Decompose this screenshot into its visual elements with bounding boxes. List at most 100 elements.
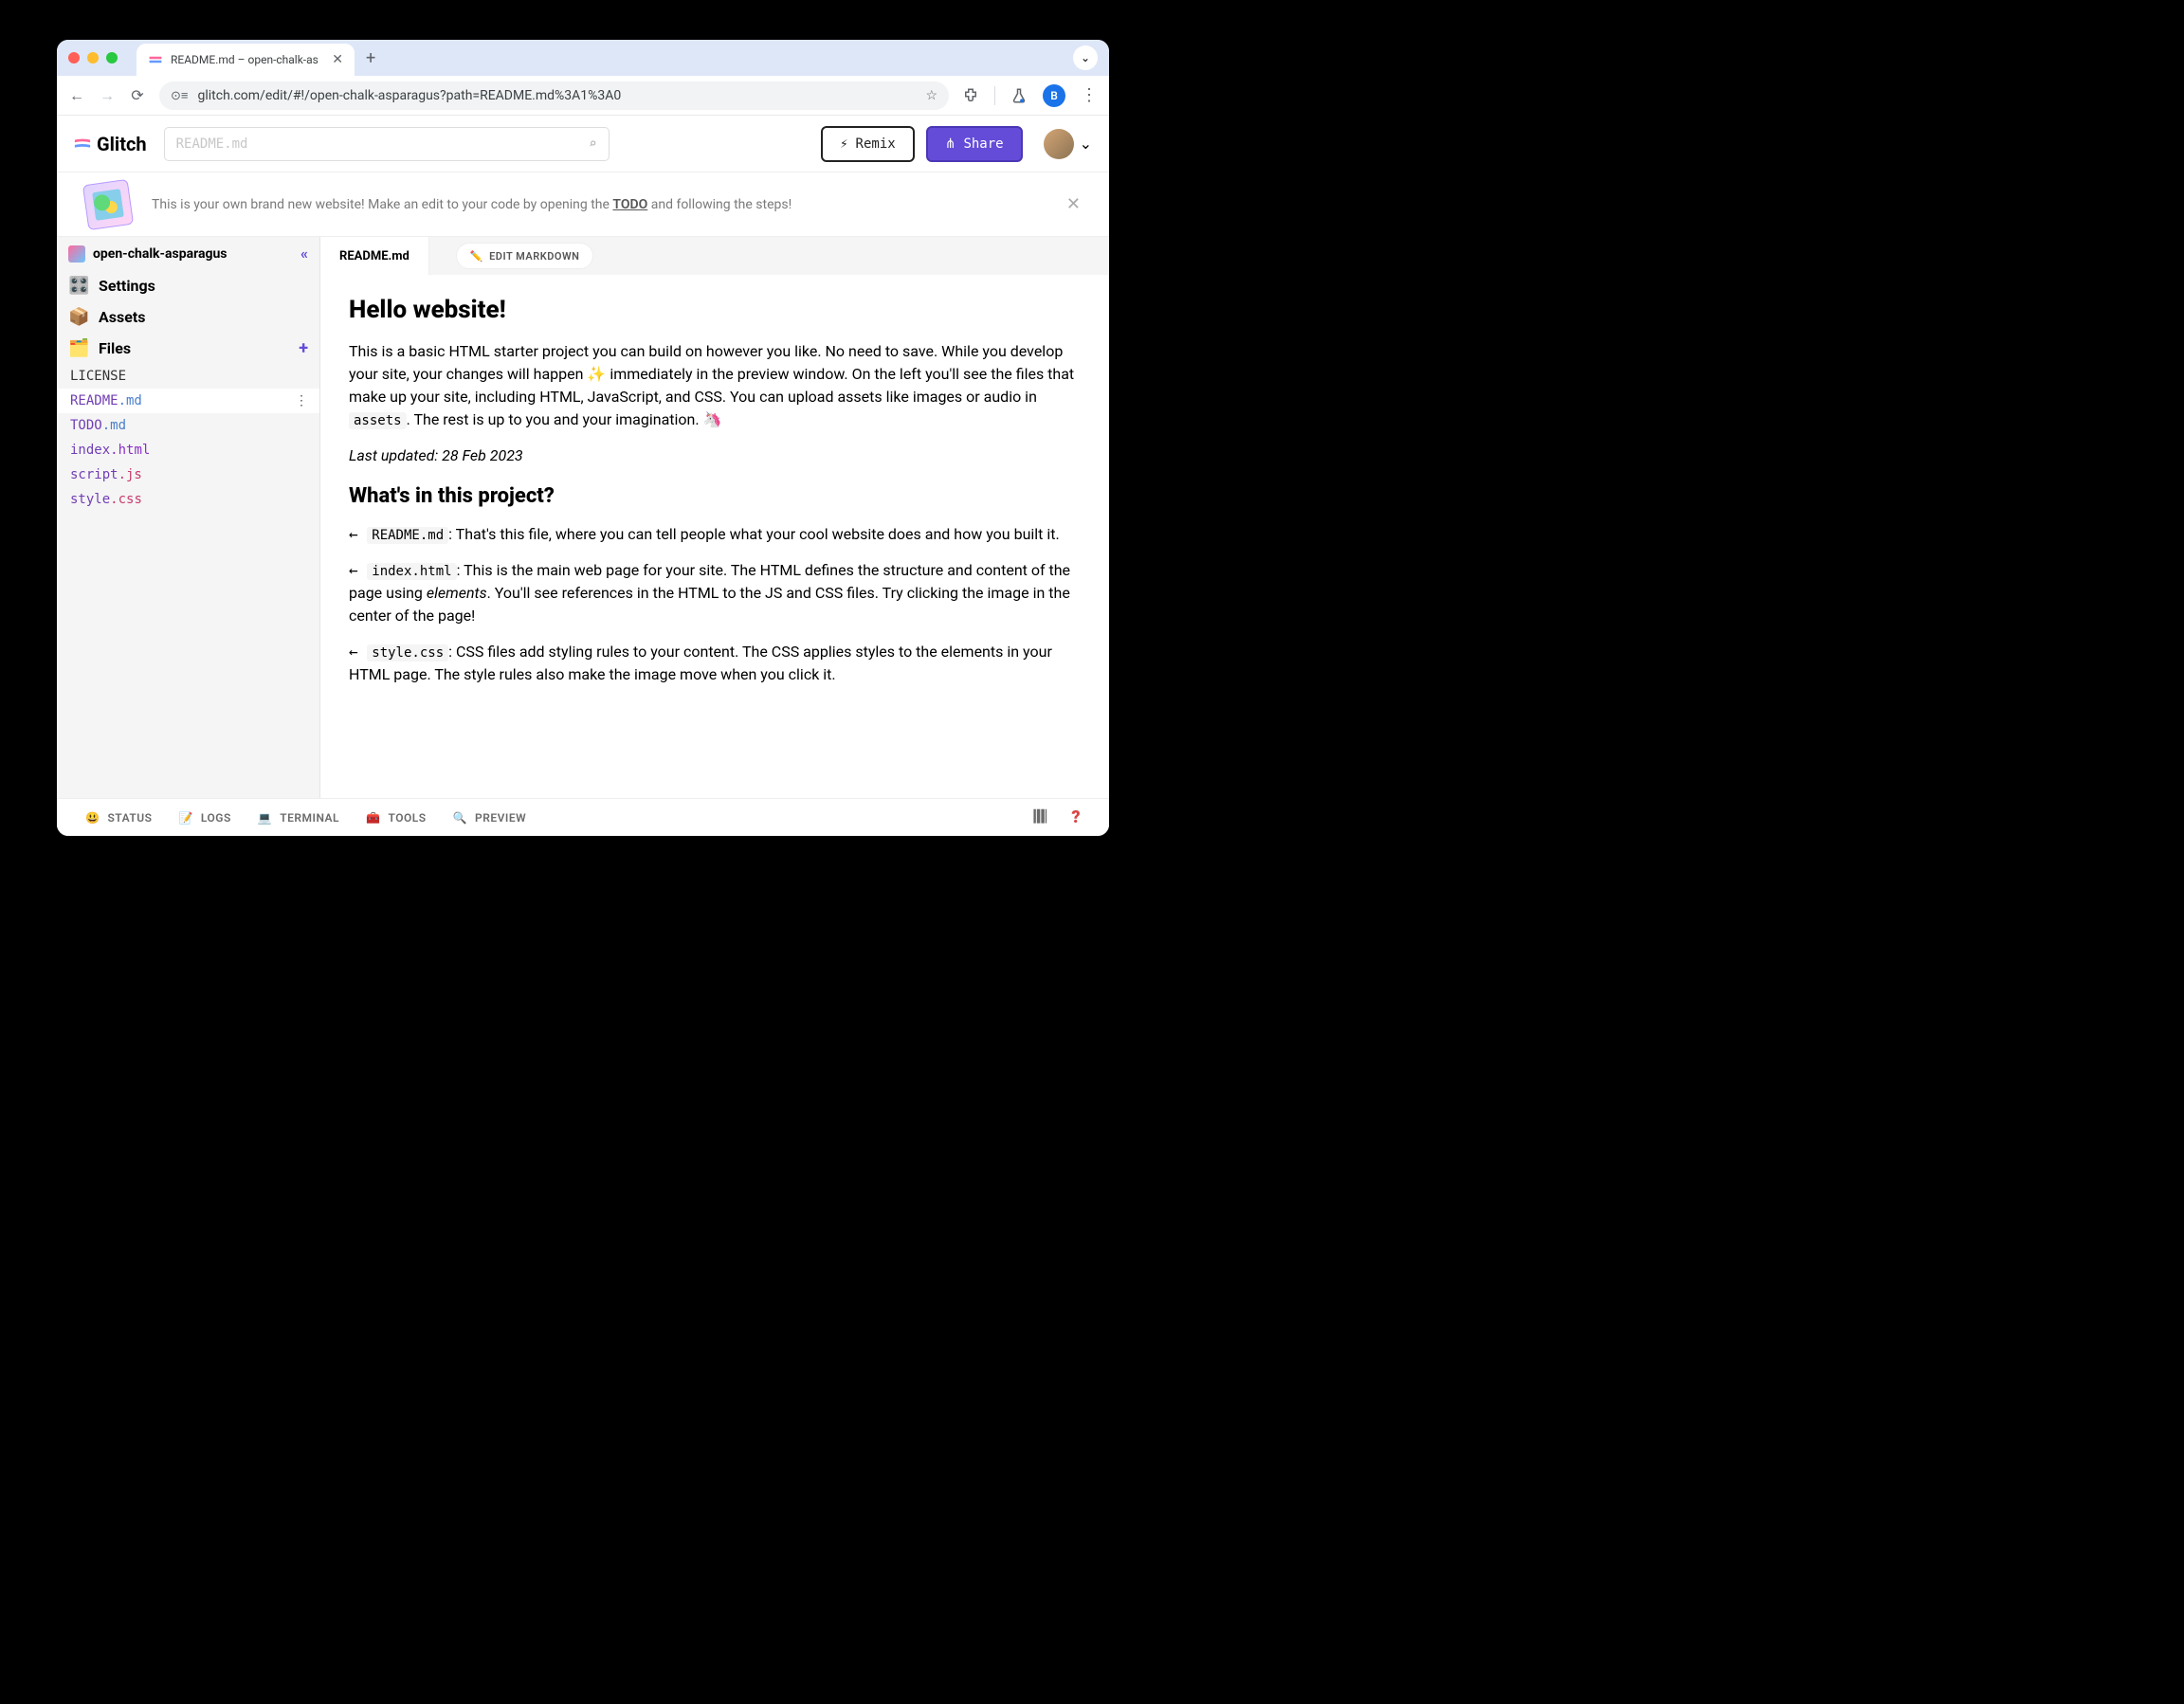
traffic-lights	[68, 52, 118, 63]
package-icon: 📦	[68, 307, 89, 327]
site-info-icon[interactable]: ⊙≡	[171, 88, 188, 103]
collapse-sidebar-icon[interactable]: «	[300, 245, 308, 263]
file-item[interactable]: style.css	[57, 487, 319, 512]
glitch-logo-icon	[74, 137, 91, 151]
sidebar-item-label: Settings	[99, 277, 155, 295]
welcome-banner-icon	[82, 178, 134, 229]
status-icon: 😃	[85, 811, 100, 825]
list-item: ← README.md: That's this file, where you…	[349, 523, 1081, 546]
tools-button[interactable]: 🧰 TOOLS	[366, 811, 427, 825]
logs-button[interactable]: 📝 LOGS	[178, 811, 230, 825]
user-menu[interactable]: ⌄	[1044, 129, 1092, 159]
forward-button[interactable]: →	[99, 86, 116, 105]
tools-icon: 🧰	[366, 811, 380, 825]
sidebar-item-label: Files	[99, 339, 131, 357]
sidebar-item-label: Assets	[99, 308, 145, 326]
glitch-logo-text: Glitch	[97, 133, 147, 155]
search-placeholder: README.md	[176, 136, 248, 152]
code-assets: assets	[349, 412, 407, 429]
list-item: ← style.css: CSS files add styling rules…	[349, 641, 1081, 686]
file-item[interactable]: script.js	[57, 462, 319, 487]
browser-menu-button[interactable]: ⋮	[1081, 85, 1098, 105]
url-text: glitch.com/edit/#!/open-chalk-asparagus?…	[197, 88, 621, 103]
preview-content: Hello website! This is a basic HTML star…	[320, 275, 1109, 798]
terminal-button[interactable]: 💻 TERMINAL	[258, 811, 339, 825]
edit-markdown-button[interactable]: ✏️ EDIT MARKDOWN	[456, 243, 594, 269]
share-icon: ⋔	[945, 136, 956, 152]
sidebar-item-files[interactable]: 🗂️ Files +	[57, 333, 319, 364]
file-item[interactable]: index.html	[57, 438, 319, 462]
close-window-button[interactable]	[68, 52, 80, 63]
remix-label: Remix	[856, 136, 896, 152]
project-name: open-chalk-asparagus	[93, 246, 228, 262]
toolbar-divider	[994, 86, 995, 105]
chevron-down-icon: ⌄	[1080, 135, 1092, 153]
bookmark-icon[interactable]: ☆	[925, 88, 937, 103]
list-item: ← index.html: This is the main web page …	[349, 559, 1081, 627]
reload-button[interactable]: ⟳	[129, 86, 146, 104]
titlebar: README.md – open-chalk-as ✕ + ⌄	[57, 40, 1109, 76]
preview-icon: 🔍	[453, 811, 467, 825]
arrow-left-icon: ←	[349, 643, 367, 661]
back-button[interactable]: ←	[68, 86, 85, 105]
editor-panel: README.md ✏️ EDIT MARKDOWN Hello website…	[320, 237, 1109, 798]
main-area: open-chalk-asparagus « 🎛️ Settings 📦 Ass…	[57, 237, 1109, 798]
profile-button[interactable]: B	[1043, 84, 1065, 107]
glitch-app: Glitch README.md ⌕ ⚡ Remix ⋔ Share ⌄	[57, 116, 1109, 836]
sidebar-item-settings[interactable]: 🎛️ Settings	[57, 270, 319, 301]
labs-icon[interactable]	[1010, 87, 1028, 104]
pencil-icon: ✏️	[470, 250, 483, 263]
last-updated: Last updated: 28 Feb 2023	[349, 444, 1081, 467]
terminal-icon: 💻	[258, 811, 272, 825]
bolt-icon: ⚡	[840, 136, 847, 152]
glitch-favicon-icon	[148, 52, 163, 67]
sidebar-item-assets[interactable]: 📦 Assets	[57, 301, 319, 333]
intro-paragraph: This is a basic HTML starter project you…	[349, 340, 1081, 431]
tabs-dropdown-button[interactable]: ⌄	[1073, 45, 1098, 70]
minimize-window-button[interactable]	[87, 52, 99, 63]
omnibox[interactable]: ⊙≡ glitch.com/edit/#!/open-chalk-asparag…	[159, 82, 949, 110]
share-button[interactable]: ⋔ Share	[926, 126, 1023, 162]
sidebar: open-chalk-asparagus « 🎛️ Settings 📦 Ass…	[57, 237, 320, 798]
arrow-left-icon: ←	[349, 525, 367, 543]
close-icon[interactable]: ✕	[1066, 194, 1081, 214]
welcome-banner: This is your own brand new website! Make…	[57, 172, 1109, 237]
browser-window: README.md – open-chalk-as ✕ + ⌄ ← → ⟳ ⊙≡…	[57, 40, 1109, 836]
preview-button[interactable]: 🔍 PREVIEW	[453, 811, 527, 825]
browser-tab[interactable]: README.md – open-chalk-as ✕	[136, 44, 355, 76]
keyboard-icon[interactable]: 𝄃𝄃𝄃	[1034, 807, 1047, 827]
new-tab-button[interactable]: +	[366, 48, 375, 68]
remix-button[interactable]: ⚡ Remix	[821, 126, 915, 162]
gear-icon: 🎛️	[68, 276, 89, 296]
share-label: Share	[963, 136, 1003, 152]
glitch-logo[interactable]: Glitch	[74, 133, 147, 155]
add-file-button[interactable]: +	[299, 338, 308, 358]
page-title: Hello website!	[349, 292, 1081, 329]
folder-icon: 🗂️	[68, 338, 89, 358]
logs-icon: 📝	[178, 811, 192, 825]
file-item[interactable]: TODO.md	[57, 413, 319, 438]
extensions-icon[interactable]	[962, 87, 979, 104]
search-input[interactable]: README.md ⌕	[164, 127, 610, 161]
banner-todo-link[interactable]: TODO	[612, 197, 647, 212]
editor-tab-strip: README.md ✏️ EDIT MARKDOWN	[320, 237, 1109, 275]
arrow-left-icon: ←	[349, 561, 367, 579]
toolbar-icons: B ⋮	[962, 84, 1098, 107]
help-button[interactable]: ?	[1071, 807, 1081, 827]
banner-text: This is your own brand new website! Make…	[152, 197, 792, 212]
glitch-header: Glitch README.md ⌕ ⚡ Remix ⋔ Share ⌄	[57, 116, 1109, 172]
section-heading: What's in this project?	[349, 480, 1081, 512]
browser-tab-title: README.md – open-chalk-as	[171, 53, 318, 66]
status-button[interactable]: 😃 STATUS	[85, 811, 152, 825]
footer-bar: 😃 STATUS 📝 LOGS 💻 TERMINAL 🧰 TOOLS 🔍 PRE…	[57, 798, 1109, 836]
project-icon	[68, 245, 85, 263]
file-item[interactable]: README.md ⋮	[57, 389, 319, 413]
project-selector[interactable]: open-chalk-asparagus «	[57, 237, 319, 270]
maximize-window-button[interactable]	[106, 52, 118, 63]
close-tab-icon[interactable]: ✕	[332, 52, 343, 67]
file-menu-button[interactable]: ⋮	[295, 393, 308, 408]
address-bar: ← → ⟳ ⊙≡ glitch.com/edit/#!/open-chalk-a…	[57, 76, 1109, 116]
file-item[interactable]: LICENSE	[57, 364, 319, 389]
editor-tab-readme[interactable]: README.md	[320, 237, 429, 275]
search-icon: ⌕	[589, 136, 596, 152]
